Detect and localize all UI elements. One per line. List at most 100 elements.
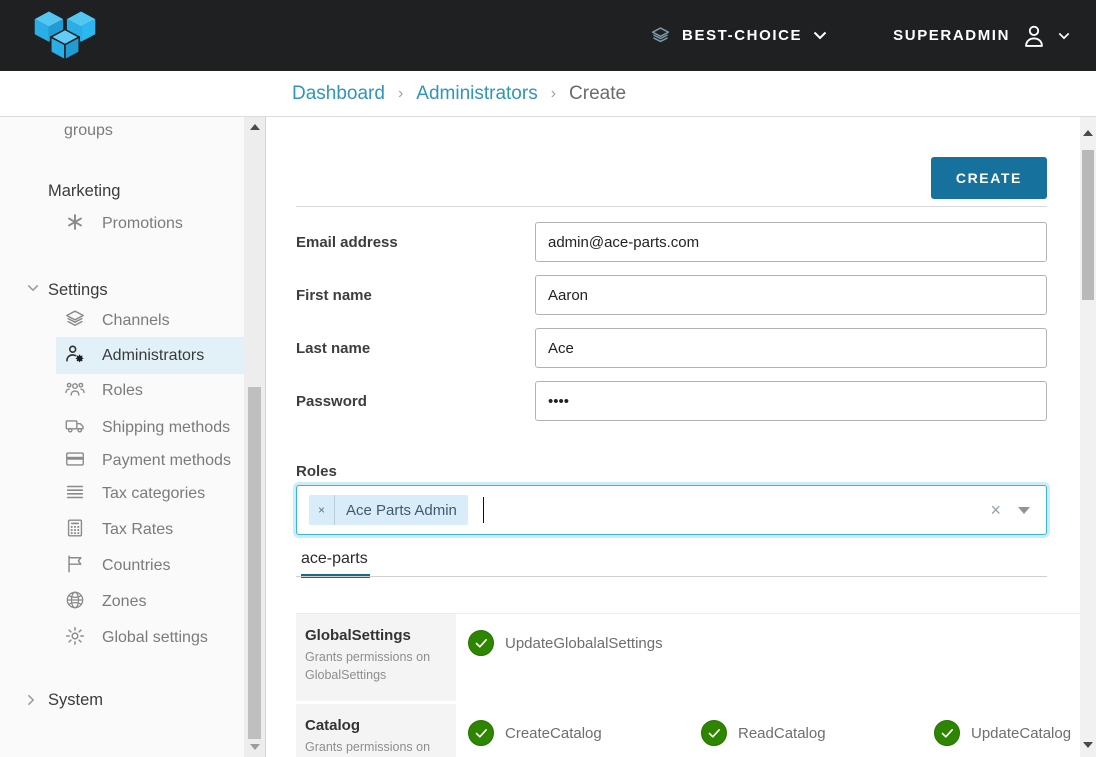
check-circle-icon xyxy=(468,630,494,656)
sidebar-item-administrators[interactable]: Administrators xyxy=(56,337,244,374)
sidebar-section-marketing: Marketing xyxy=(0,179,244,203)
sidebar-scrollbar[interactable] xyxy=(244,117,266,757)
tabs-divider xyxy=(296,576,1047,577)
permission-group-items: UpdateGlobalalSettings xyxy=(456,614,1080,701)
sidebar-section-settings[interactable]: Settings xyxy=(0,278,244,302)
sidebar-item-channels[interactable]: Channels xyxy=(56,308,244,333)
list-icon xyxy=(64,481,86,503)
permission-toggle[interactable]: UpdateGlobalalSettings xyxy=(456,630,689,656)
check-circle-icon xyxy=(468,720,494,746)
role-chip-label: Ace Parts Admin xyxy=(335,495,468,525)
sidebar-item-shipping-methods[interactable]: Shipping methods xyxy=(56,415,244,440)
first-name-field[interactable] xyxy=(535,275,1047,315)
create-button[interactable]: CREATE xyxy=(931,157,1047,199)
channel-switcher[interactable]: BEST-CHOICE xyxy=(650,25,827,46)
main-scrollbar[interactable] xyxy=(1080,117,1096,757)
scroll-up-button[interactable] xyxy=(244,117,265,137)
roles-select[interactable]: × Ace Parts Admin × xyxy=(296,485,1047,535)
roles-label: Roles xyxy=(296,463,1047,480)
email-label: Email address xyxy=(296,234,535,251)
breadcrumb: Dashboard › Administrators › Create xyxy=(0,71,1096,117)
dropdown-arrow-icon[interactable] xyxy=(1018,507,1030,514)
breadcrumb-current: Create xyxy=(569,83,626,105)
sidebar-section-system[interactable]: System xyxy=(0,688,244,712)
triangle-up-icon xyxy=(250,124,260,130)
permission-toggle[interactable]: UpdateCatalog xyxy=(922,720,1080,746)
sidebar-scrollbar-thumb[interactable] xyxy=(248,387,261,739)
last-name-field[interactable] xyxy=(535,328,1047,368)
sidebar-item-roles[interactable]: Roles xyxy=(56,378,244,403)
breadcrumb-separator: › xyxy=(551,85,556,103)
channel-tabs: ace-parts xyxy=(296,549,1047,577)
breadcrumb-dashboard[interactable]: Dashboard xyxy=(292,83,385,105)
form-row-password: Password xyxy=(296,381,1047,421)
truck-icon xyxy=(64,415,86,437)
breadcrumb-administrators[interactable]: Administrators xyxy=(416,83,537,105)
tab-ace-parts[interactable]: ace-parts xyxy=(301,550,370,578)
app-logo-icon[interactable] xyxy=(30,8,100,68)
email-field[interactable] xyxy=(535,222,1047,262)
sidebar-item-tax-rates[interactable]: Tax Rates xyxy=(56,517,244,542)
permission-group-title: GlobalSettings xyxy=(305,627,446,644)
channel-label: BEST-CHOICE xyxy=(682,27,802,44)
layers-icon xyxy=(650,25,671,46)
role-chip: × Ace Parts Admin xyxy=(309,495,468,525)
chevron-down-icon xyxy=(27,284,39,292)
chevron-down-icon xyxy=(813,31,827,40)
first-name-label: First name xyxy=(296,287,535,304)
table-row: GlobalSettings Grants permissions on Glo… xyxy=(296,613,1080,701)
permission-label: UpdateCatalog xyxy=(971,725,1071,742)
chevron-right-icon xyxy=(27,694,35,706)
permission-toggle[interactable]: ReadCatalog xyxy=(689,720,922,746)
permission-group-title: Catalog xyxy=(305,717,446,734)
sidebar-item-promotions[interactable]: Promotions xyxy=(56,211,244,236)
permission-group-header: Catalog Grants permissions on Products, … xyxy=(296,704,456,757)
scroll-down-button[interactable] xyxy=(1080,735,1096,755)
triangle-down-icon xyxy=(250,744,260,750)
sidebar-item-tax-categories[interactable]: Tax categories xyxy=(56,481,244,506)
form-row-first-name: First name xyxy=(296,275,1047,315)
user-menu[interactable]: SUPERADMIN xyxy=(893,22,1070,50)
password-field[interactable] xyxy=(535,381,1047,421)
permission-label: UpdateGlobalalSettings xyxy=(505,635,663,652)
flag-icon xyxy=(64,553,86,575)
form-row-email: Email address xyxy=(296,222,1047,262)
main-scrollbar-thumb[interactable] xyxy=(1082,150,1094,300)
globe-icon xyxy=(64,589,86,611)
credit-card-icon xyxy=(64,448,86,470)
main-content: CREATE Email address First name Last nam… xyxy=(266,117,1080,757)
scroll-down-button[interactable] xyxy=(244,737,265,757)
triangle-down-icon xyxy=(1083,742,1093,748)
user-icon xyxy=(1020,22,1048,50)
sidebar: groups Marketing Promotions Settings Cha… xyxy=(0,117,244,757)
clear-selection-icon[interactable]: × xyxy=(990,501,1001,519)
permission-group-header: GlobalSettings Grants permissions on Glo… xyxy=(296,614,456,701)
topbar: BEST-CHOICE SUPERADMIN xyxy=(0,0,1096,71)
text-cursor xyxy=(483,497,485,523)
user-gear-icon xyxy=(64,343,86,365)
sidebar-item-countries[interactable]: Countries xyxy=(56,553,244,578)
scroll-up-button[interactable] xyxy=(1080,123,1096,143)
sidebar-item-zones[interactable]: Zones xyxy=(56,589,244,614)
permission-label: CreateCatalog xyxy=(505,725,602,742)
last-name-label: Last name xyxy=(296,340,535,357)
divider xyxy=(296,206,1047,207)
chip-remove-icon[interactable]: × xyxy=(309,495,335,525)
check-circle-icon xyxy=(934,720,960,746)
permission-group-description: Grants permissions on GlobalSettings xyxy=(305,648,446,684)
asterisk-icon xyxy=(64,211,86,233)
chevron-down-icon xyxy=(1058,32,1070,40)
password-label: Password xyxy=(296,393,535,410)
sidebar-item-customer-groups-partial[interactable]: groups xyxy=(56,119,244,143)
gear-icon xyxy=(64,625,86,647)
calculator-icon xyxy=(64,517,86,539)
users-icon xyxy=(64,378,86,400)
permission-label: ReadCatalog xyxy=(738,725,826,742)
permission-group-description: Grants permissions on Products, Facets xyxy=(305,738,446,757)
sidebar-item-global-settings[interactable]: Global settings xyxy=(56,625,244,650)
sidebar-item-payment-methods[interactable]: Payment methods xyxy=(56,448,244,473)
layers-icon xyxy=(64,308,86,330)
check-circle-icon xyxy=(701,720,727,746)
permission-toggle[interactable]: CreateCatalog xyxy=(456,720,689,746)
form-row-last-name: Last name xyxy=(296,328,1047,368)
